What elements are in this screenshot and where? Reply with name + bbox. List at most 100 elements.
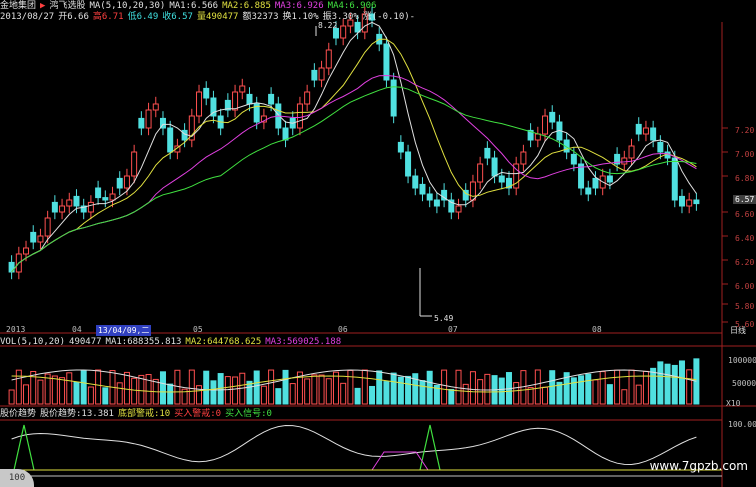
buy-warn: 买入警戒:0 xyxy=(174,409,222,419)
header-row-2: 2013/08/27 开6.66 高6.71 低6.49 收6.57 量490477 额32… xyxy=(0,12,419,23)
candle-body xyxy=(484,147,491,159)
candle-body xyxy=(592,177,599,189)
candle-body xyxy=(469,181,476,201)
candle-body xyxy=(455,205,462,213)
volume-bar xyxy=(145,374,152,405)
candle-body xyxy=(585,187,592,195)
candle-body xyxy=(405,151,412,177)
volume-bar xyxy=(664,363,671,405)
volume-bar xyxy=(441,369,448,405)
volume-bar xyxy=(527,387,534,405)
period-button[interactable]: 日线 xyxy=(730,325,746,336)
trend-indicator-line xyxy=(11,424,697,466)
stock-name[interactable]: 金地集团 xyxy=(0,1,36,11)
volume-now: 490477 xyxy=(69,337,102,347)
buy-signal: 买入信号:0 xyxy=(225,409,272,419)
candle-body xyxy=(131,151,138,177)
price-tick: 6.80 xyxy=(735,174,755,183)
candle-body xyxy=(196,91,203,117)
volume-bar xyxy=(325,378,332,405)
candle-body xyxy=(318,67,325,81)
volume-bar xyxy=(116,382,123,405)
volume-bar xyxy=(289,383,296,405)
candle-body xyxy=(621,157,628,165)
price-tick: 7.20 xyxy=(735,126,755,135)
candle-body xyxy=(412,175,419,189)
volume-ma3: MA3:569025.188 xyxy=(265,337,342,347)
candle-body xyxy=(383,43,390,81)
volume-bar xyxy=(232,376,239,405)
volume-bar xyxy=(318,374,325,405)
volume-bar xyxy=(253,370,260,405)
candle-body xyxy=(650,127,657,141)
candle-body xyxy=(477,163,484,183)
volume-bar xyxy=(592,379,599,405)
ma10-line xyxy=(11,38,697,273)
volume-bar xyxy=(354,387,361,405)
date-tick: 08 xyxy=(592,325,602,334)
low-price-label: 5.49 xyxy=(434,314,454,323)
candle-body xyxy=(239,85,246,93)
volume-bar xyxy=(578,375,585,405)
candle-body xyxy=(390,79,397,117)
price-tick: 6.60 xyxy=(735,210,755,219)
ma20-line xyxy=(11,74,697,273)
volume-bar xyxy=(311,374,318,405)
candle-body xyxy=(678,195,685,207)
volume-bar xyxy=(188,369,195,405)
candle-body xyxy=(109,193,116,201)
volume-bar xyxy=(693,358,700,405)
volume-bar xyxy=(203,370,210,405)
candle-body xyxy=(419,183,426,195)
candle-body xyxy=(491,157,498,177)
volume-bar xyxy=(332,371,339,405)
volume-bar xyxy=(405,375,412,405)
candle-body xyxy=(138,117,145,129)
selected-date[interactable]: 13/04/09,二 xyxy=(96,325,152,336)
volume-bar xyxy=(585,373,592,405)
volume-bar xyxy=(304,378,311,405)
candle-body xyxy=(549,111,556,123)
candle-body xyxy=(167,127,174,153)
date-tick: 05 xyxy=(193,325,203,334)
date-year: 2013 xyxy=(6,325,26,334)
candle-body xyxy=(671,157,678,201)
volume-bar xyxy=(87,386,94,405)
price-tick: 5.80 xyxy=(735,302,755,311)
volume-bar xyxy=(628,369,635,405)
candle-body xyxy=(123,175,130,189)
indicator-name[interactable]: 股价趋势 xyxy=(0,409,36,419)
ma5-line xyxy=(11,21,697,273)
date-tick: 06 xyxy=(338,325,348,334)
watermark-text: www.7gpzb.com xyxy=(649,459,748,473)
volume-bar xyxy=(159,371,166,405)
volume-bar xyxy=(383,381,390,405)
candle-body xyxy=(606,175,613,183)
volume-bar xyxy=(167,383,174,405)
volume-bar xyxy=(397,376,404,405)
candle-body xyxy=(87,201,94,213)
volume-bar xyxy=(340,382,347,405)
volume-bar xyxy=(15,369,22,405)
peak-price-label: 8.22 xyxy=(318,21,338,30)
candle-body xyxy=(95,187,102,199)
price-tick: 6.00 xyxy=(735,282,755,291)
volume-bar xyxy=(419,380,426,405)
volume-bar xyxy=(686,369,693,405)
low-price: 低6.49 xyxy=(127,12,159,22)
volume-bar xyxy=(282,369,289,405)
volume-bar xyxy=(8,389,15,405)
formula-name[interactable]: 鸿飞选股 xyxy=(49,1,85,11)
volume-value: 量490477 xyxy=(196,12,239,22)
candle-body xyxy=(145,109,152,129)
volume-bar xyxy=(678,360,685,405)
candle-body xyxy=(30,231,37,243)
candle-body xyxy=(397,141,404,153)
volume-ma1: MA1:688355.813 xyxy=(105,337,182,347)
candle-body xyxy=(642,127,649,135)
volume-bar xyxy=(469,371,476,405)
volume-bar xyxy=(123,371,130,405)
volume-bar xyxy=(51,375,58,405)
play-icon[interactable]: ▶ xyxy=(40,1,45,11)
ma3-value: MA3:6.926 xyxy=(274,1,324,11)
